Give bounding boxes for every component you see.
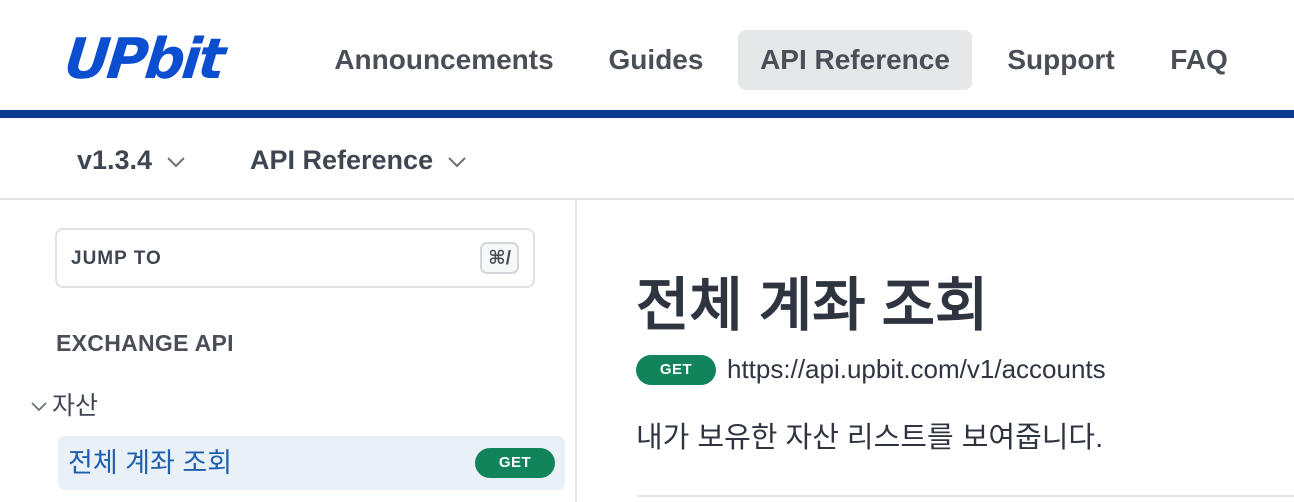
section-label: API Reference	[250, 145, 434, 175]
main-content: 전체 계좌 조회 GET https://api.upbit.com/v1/ac…	[579, 200, 1294, 502]
method-badge: GET	[475, 448, 555, 478]
jump-to-search[interactable]: JUMP TO ⌘/	[55, 228, 535, 288]
upbit-logo[interactable]: UPbit	[61, 27, 280, 92]
nav-announcements[interactable]: Announcements	[318, 30, 570, 90]
version-label: v1.3.4	[77, 145, 153, 175]
sidebar-group-label: 자산	[52, 392, 99, 420]
sidebar-item-label: 전체 계좌 조회	[68, 448, 233, 478]
sidebar-section-title: EXCHANGE API	[56, 330, 234, 356]
chevron-down-icon	[167, 157, 185, 168]
sidebar-group-assets[interactable]: 자산	[30, 388, 98, 424]
sub-header: v1.3.4 API Reference	[0, 118, 1294, 200]
sidebar: JUMP TO ⌘/ EXCHANGE API 자산 전체 계좌 조회 GET	[0, 200, 577, 502]
method-badge: GET	[636, 355, 716, 385]
nav-api-reference[interactable]: API Reference	[738, 30, 972, 90]
nav-support[interactable]: Support	[990, 30, 1132, 90]
svg-text:UPbit: UPbit	[66, 28, 231, 86]
endpoint-url[interactable]: https://api.upbit.com/v1/accounts	[727, 354, 1106, 385]
endpoint-description: 내가 보유한 자산 리스트를 보여줍니다.	[636, 422, 1104, 454]
jump-to-label: JUMP TO	[71, 248, 162, 269]
content-divider	[637, 495, 1294, 497]
chevron-down-icon	[448, 157, 466, 168]
keyboard-shortcut-badge: ⌘/	[480, 242, 519, 274]
nav-guides[interactable]: Guides	[592, 30, 720, 90]
top-header: UPbit Announcements Guides API Reference…	[0, 0, 1294, 110]
page-title: 전체 계좌 조회	[636, 273, 989, 338]
upbit-logo-mark: UPbit	[61, 27, 231, 92]
section-select[interactable]: API Reference	[250, 140, 467, 180]
version-select[interactable]: v1.3.4	[77, 140, 186, 180]
chevron-down-icon	[31, 402, 47, 412]
sidebar-item-accounts[interactable]: 전체 계좌 조회 GET	[58, 436, 565, 490]
nav-faq[interactable]: FAQ	[1152, 30, 1246, 90]
brand-accent-bar	[0, 110, 1294, 118]
